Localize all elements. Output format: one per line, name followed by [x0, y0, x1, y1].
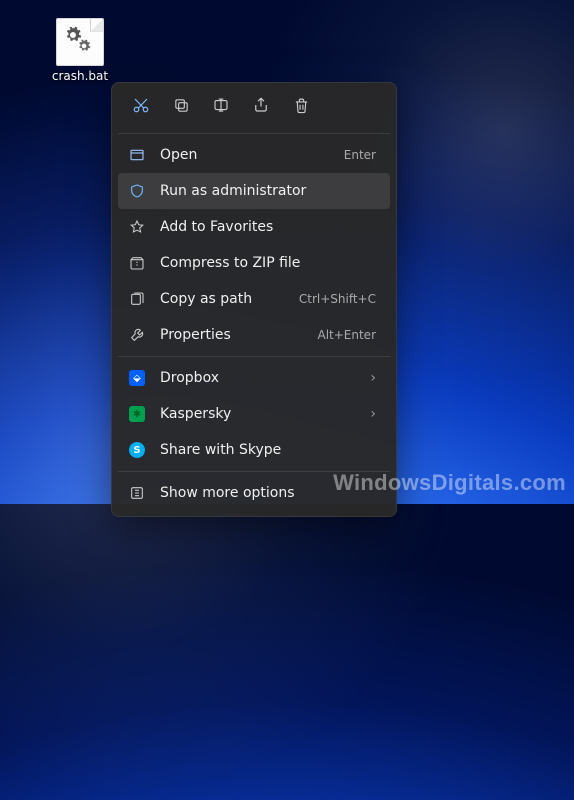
menu-accel: Enter [344, 148, 376, 162]
more-icon [128, 484, 146, 502]
window-icon [128, 146, 146, 164]
menu-share-skype[interactable]: S Share with Skype [118, 432, 390, 468]
star-icon [128, 218, 146, 236]
menu-label: Open [160, 147, 330, 163]
copy-path-icon [128, 290, 146, 308]
menu-properties[interactable]: Properties Alt+Enter [118, 317, 390, 353]
skype-icon: S [128, 441, 146, 459]
menu-accel: Ctrl+Shift+C [299, 292, 376, 306]
chevron-right-icon: › [370, 370, 376, 386]
share-button[interactable] [242, 90, 280, 124]
menu-dropbox[interactable]: ⬙ Dropbox › [118, 360, 390, 396]
shield-icon [128, 182, 146, 200]
menu-run-as-admin[interactable]: Run as administrator [118, 173, 390, 209]
menu-copy-path[interactable]: Copy as path Ctrl+Shift+C [118, 281, 390, 317]
delete-button[interactable] [282, 90, 320, 124]
menu-label: Share with Skype [160, 442, 376, 458]
menu-label: Dropbox [160, 370, 356, 386]
menu-add-favorites[interactable]: Add to Favorites [118, 209, 390, 245]
cut-button[interactable] [122, 90, 160, 124]
share-icon [252, 96, 270, 118]
delete-icon [293, 97, 310, 118]
menu-show-more-options[interactable]: Show more options [118, 475, 390, 511]
menu-compress-zip[interactable]: Compress to ZIP file [118, 245, 390, 281]
rename-button[interactable] [202, 90, 240, 124]
kaspersky-icon: ✱ [128, 405, 146, 423]
menu-accel: Alt+Enter [317, 328, 376, 342]
context-menu: Open Enter Run as administrator Add to F… [111, 82, 397, 517]
rename-icon [212, 96, 230, 118]
menu-label: Compress to ZIP file [160, 255, 376, 271]
menu-label: Copy as path [160, 291, 285, 307]
zip-icon [128, 254, 146, 272]
dropbox-icon: ⬙ [128, 369, 146, 387]
menu-separator [118, 133, 390, 134]
chevron-right-icon: › [370, 406, 376, 422]
context-menu-top-actions [116, 88, 392, 130]
menu-open[interactable]: Open Enter [118, 137, 390, 173]
menu-separator [118, 471, 390, 472]
copy-button[interactable] [162, 90, 200, 124]
menu-label: Properties [160, 327, 303, 343]
menu-label: Kaspersky [160, 406, 356, 422]
wrench-icon [128, 326, 146, 344]
menu-separator [118, 356, 390, 357]
desktop-file-icon[interactable]: crash.bat [44, 18, 116, 83]
menu-label: Add to Favorites [160, 219, 376, 235]
menu-label: Show more options [160, 485, 376, 501]
desktop-file-label: crash.bat [52, 70, 108, 83]
cut-icon [132, 96, 150, 118]
copy-icon [173, 97, 190, 118]
menu-kaspersky[interactable]: ✱ Kaspersky › [118, 396, 390, 432]
bat-file-thumbnail [56, 18, 104, 66]
menu-label: Run as administrator [160, 183, 362, 199]
